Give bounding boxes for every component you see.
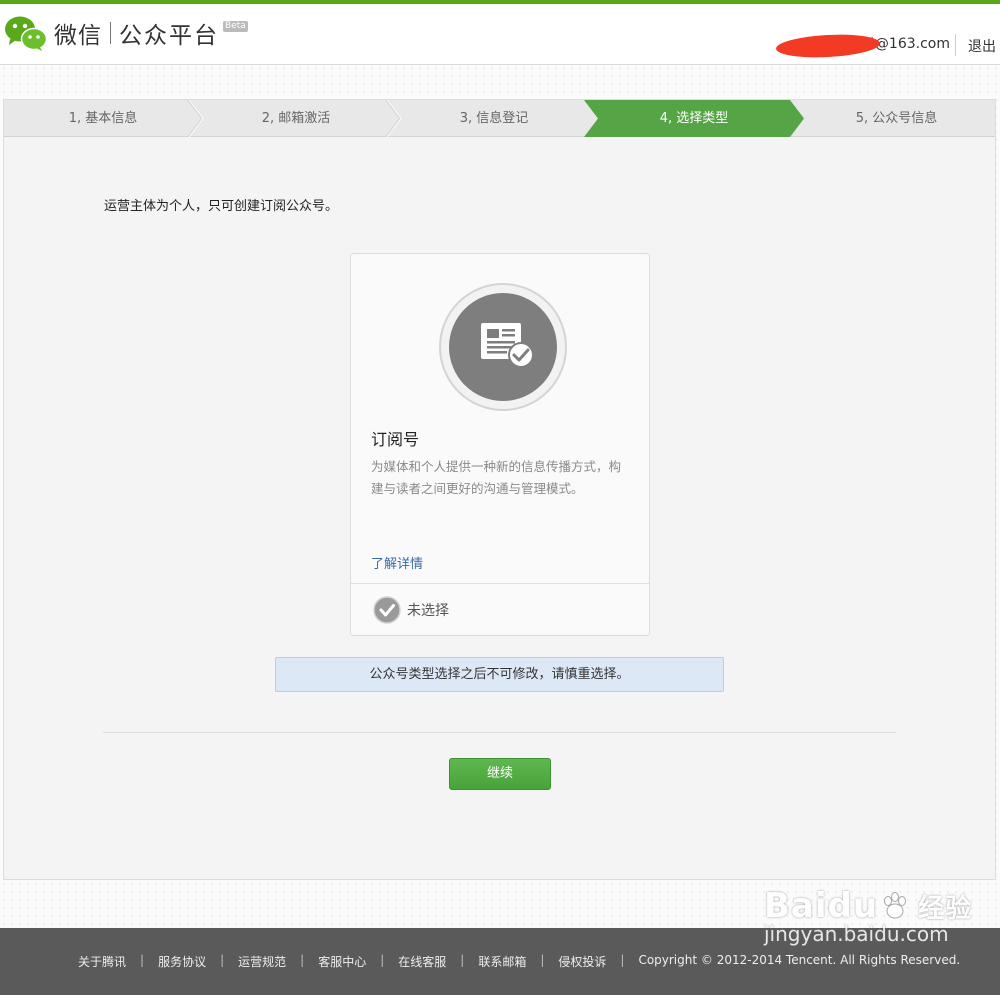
selection-state: 未选择 bbox=[407, 603, 449, 619]
watermark-brand: Baidu 经验 bbox=[764, 886, 972, 926]
step-2: 2, 邮箱激活 bbox=[261, 111, 331, 126]
footer-link-support[interactable]: 客服中心 bbox=[318, 953, 366, 970]
footer-separator: | bbox=[540, 953, 545, 967]
footer-link-complaint[interactable]: 侵权投诉 bbox=[558, 953, 606, 970]
logout-link[interactable]: 退出 bbox=[968, 36, 996, 56]
footer-separator: | bbox=[220, 953, 225, 967]
intro-text: 运营主体为个人，只可创建订阅公众号。 bbox=[104, 199, 339, 214]
footer-separator: | bbox=[620, 953, 625, 967]
document-check-icon bbox=[481, 323, 534, 368]
check-circle-icon bbox=[373, 596, 401, 624]
icon-ring bbox=[439, 283, 567, 411]
footer-link-online-support[interactable]: 在线客服 bbox=[398, 953, 446, 970]
brand-subtitle: 公众平台 bbox=[119, 23, 219, 49]
footer-separator: | bbox=[300, 953, 305, 967]
footer-link-rules[interactable]: 运营规范 bbox=[238, 953, 286, 970]
learn-more-link[interactable]: 了解详情 bbox=[371, 553, 423, 572]
registration-panel: 1, 基本信息 2, 邮箱激活 3, 信息登记 4, 选择类型 5, 公众号信息… bbox=[3, 99, 996, 880]
redaction-mark bbox=[775, 32, 881, 60]
logout-divider bbox=[955, 34, 956, 56]
card-title: 订阅号 bbox=[371, 430, 420, 449]
brand-divider bbox=[110, 22, 111, 44]
footer-separator: | bbox=[380, 953, 385, 967]
baidu-watermark: Baidu 经验 jingyan.baidu.com bbox=[764, 886, 972, 946]
footer-link-email[interactable]: 联系邮箱 bbox=[478, 953, 526, 970]
step-3: 3, 信息登记 bbox=[459, 111, 529, 126]
brand-name: 微信 bbox=[54, 23, 102, 49]
divider-line bbox=[103, 732, 896, 733]
wechat-logo-icon bbox=[5, 16, 48, 51]
beta-badge: Beta bbox=[223, 21, 248, 32]
warning-notice: 公众号类型选择之后不可修改，请慎重选择。 bbox=[275, 657, 724, 692]
footer-link-about[interactable]: 关于腾讯 bbox=[78, 953, 126, 970]
step-progress-bar: 1, 基本信息 2, 邮箱激活 3, 信息登记 4, 选择类型 5, 公众号信息 bbox=[4, 100, 995, 137]
footer-links: 关于腾讯 | 服务协议 | 运营规范 | 客服中心 | 在线客服 | 联系邮箱 | 侵权投诉… bbox=[78, 953, 960, 970]
footer-separator: | bbox=[140, 953, 145, 967]
icon-circle bbox=[449, 293, 557, 401]
header: 微信 公众平台 Beta 5@163.com 退出 bbox=[0, 4, 1000, 65]
watermark-url: jingyan.baidu.com bbox=[764, 922, 949, 946]
card-description: 为媒体和个人提供一种新的信息传播方式，构建与读者之间更好的沟通与管理模式。 bbox=[371, 459, 622, 496]
copyright-text: Copyright © 2012-2014 Tencent. All Right… bbox=[638, 953, 961, 967]
watermark-cn: 经验 bbox=[918, 893, 973, 924]
continue-button[interactable]: 继续 bbox=[449, 758, 551, 790]
logo[interactable]: 微信 公众平台 Beta bbox=[4, 14, 248, 52]
footer-separator: | bbox=[460, 953, 465, 967]
footer-link-terms[interactable]: 服务协议 bbox=[158, 953, 206, 970]
watermark-brand-text: Baidu bbox=[764, 886, 879, 926]
card-divider bbox=[351, 583, 649, 584]
step-5: 5, 公众号信息 bbox=[855, 111, 938, 126]
step-4-active: 4, 选择类型 bbox=[659, 111, 729, 126]
step-1: 1, 基本信息 bbox=[68, 111, 138, 126]
paw-icon bbox=[884, 892, 907, 919]
subscription-account-card[interactable]: 订阅号 为媒体和个人提供一种新的信息传播方式，构建与读者之间更好的沟通与管理模式… bbox=[350, 253, 650, 636]
select-toggle[interactable]: 未选择 bbox=[373, 596, 449, 624]
